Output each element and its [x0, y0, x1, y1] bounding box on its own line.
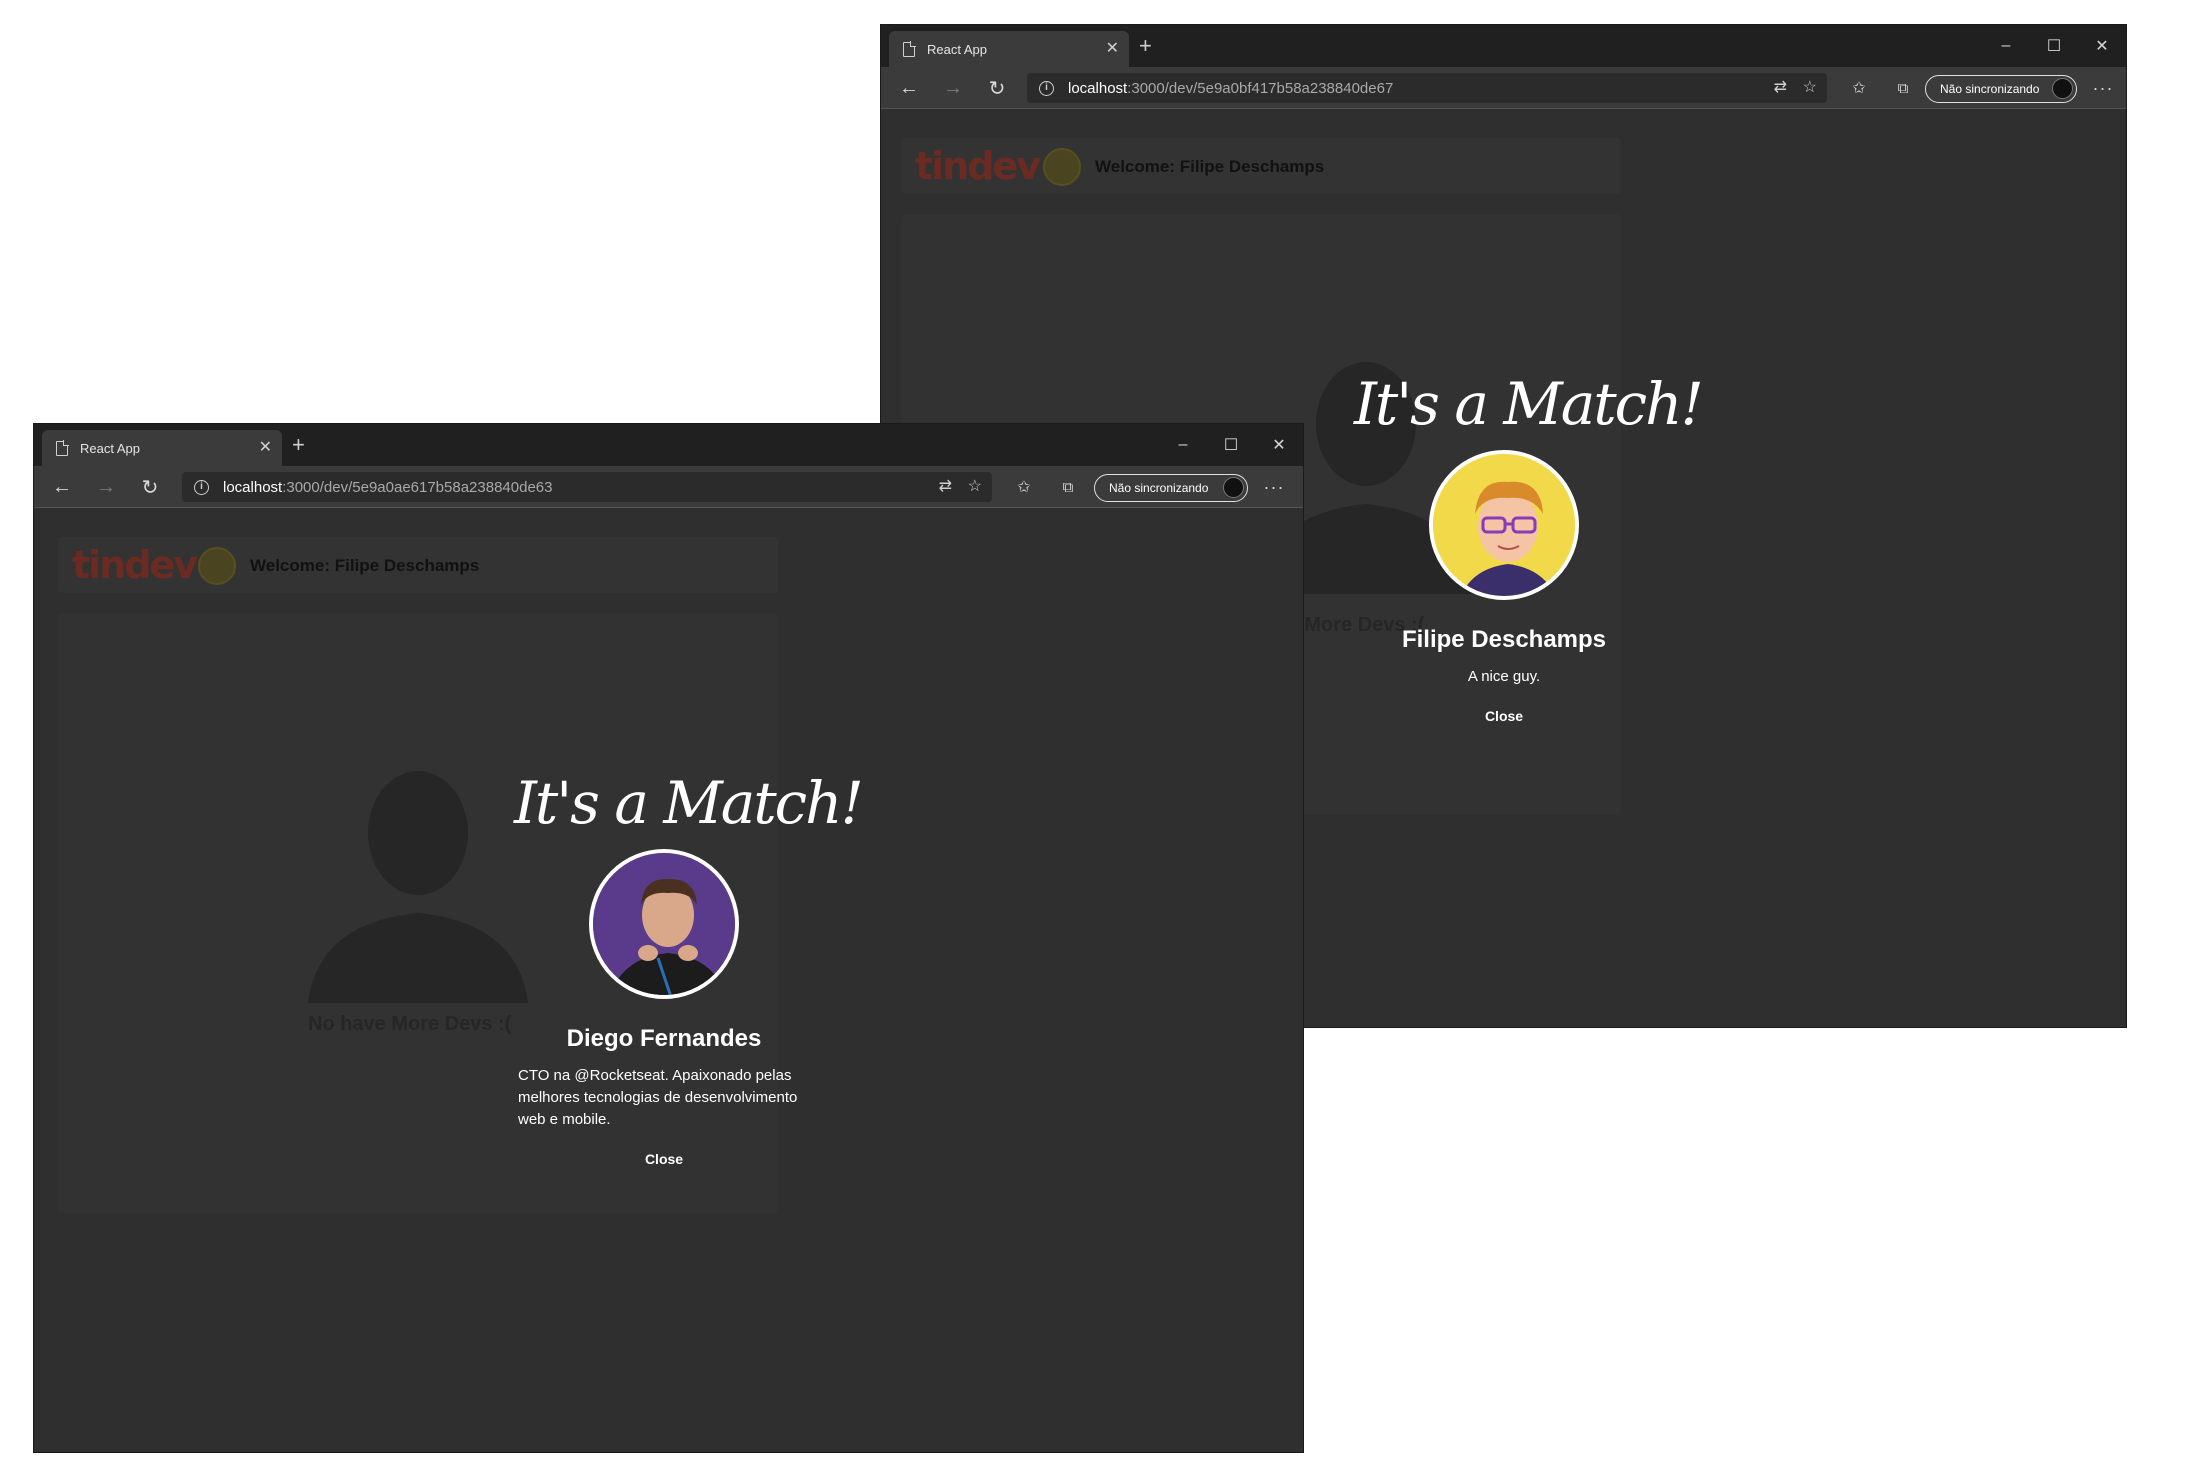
nav-bar: ← → ↻ i localhost :3000/dev/5e9a0ae617b5… [34, 466, 1303, 508]
nav-bar: ← → ↻ i localhost :3000/dev/5e9a0bf417b5… [881, 67, 2126, 109]
browser-tab[interactable]: React App ✕ [42, 430, 282, 466]
more-icon[interactable]: ··· [1256, 466, 1292, 508]
cartoon-avatar-icon [1433, 454, 1575, 596]
url-path: :3000/dev/5e9a0ae617b58a238840de63 [282, 478, 553, 496]
refresh-button[interactable]: ↻ [132, 466, 168, 508]
collections-icon[interactable]: ⧉ [1885, 67, 1921, 109]
favorites-list-icon[interactable]: ✩ [1841, 67, 1877, 109]
match-name: Diego Fernandes [566, 1025, 762, 1052]
screenshot-stage: React App ✕ + – ☐ ✕ ← → ↻ i localhost :3… [0, 0, 2185, 1469]
profile-avatar [1223, 477, 1244, 498]
close-tab-icon[interactable]: ✕ [1106, 38, 1119, 58]
tab-title: React App [80, 440, 140, 456]
translate-icon[interactable]: ⇄ [1774, 77, 1787, 97]
tab-title: React App [927, 41, 987, 57]
maximize-button[interactable]: ☐ [1207, 424, 1255, 466]
new-tab-button[interactable]: + [1139, 33, 1152, 59]
welcome-text: Welcome: Filipe Deschamps [250, 556, 480, 575]
collections-icon[interactable]: ⧉ [1050, 466, 1086, 508]
app-header: tindev Welcome: Filipe Deschamps [58, 537, 778, 593]
app-header: tindev Welcome: Filipe Deschamps [901, 138, 1621, 194]
close-window-button[interactable]: ✕ [2078, 25, 2126, 67]
address-bar[interactable]: i localhost :3000/dev/5e9a0bf417b58a2388… [1027, 73, 1827, 103]
match-bio: A nice guy. [1467, 668, 1541, 685]
person-photo-icon [593, 853, 735, 995]
back-button[interactable]: ← [891, 67, 927, 109]
browser-tab[interactable]: React App ✕ [889, 31, 1129, 67]
match-name: Filipe Deschamps [1401, 626, 1607, 653]
minimize-button[interactable]: – [1982, 25, 2030, 67]
forward-button[interactable]: → [935, 67, 971, 109]
close-tab-icon[interactable]: ✕ [259, 437, 272, 457]
info-icon[interactable]: i [194, 479, 209, 495]
star-icon[interactable]: ☆ [968, 476, 982, 496]
tindev-logo: tindev [915, 144, 1041, 188]
sync-profile-button[interactable]: Não sincronizando [1925, 75, 2077, 103]
url-host: localhost [223, 478, 283, 496]
url-host: localhost [1068, 79, 1128, 97]
page-content: tindev Welcome: Filipe Deschamps No have… [34, 509, 1303, 1452]
empty-user-silhouette-icon [308, 771, 528, 1003]
back-button[interactable]: ← [44, 466, 80, 508]
no-more-devs-text: No have More Devs :( [308, 1013, 512, 1035]
browser-window-front: React App ✕ + – ☐ ✕ ← → ↻ i localhost :3… [34, 424, 1303, 1452]
close-match-button[interactable]: Close [1485, 708, 1523, 724]
page-icon [903, 40, 916, 57]
profile-avatar [2052, 78, 2073, 99]
more-icon[interactable]: ··· [2085, 67, 2121, 109]
translate-icon[interactable]: ⇄ [939, 476, 952, 496]
new-tab-button[interactable]: + [292, 432, 305, 458]
match-bio: CTO na @Rocketseat. Apaixonado pelas mel… [518, 1067, 798, 1128]
star-icon[interactable]: ☆ [1803, 77, 1817, 97]
url-path: :3000/dev/5e9a0bf417b58a238840de67 [1127, 79, 1394, 97]
address-bar[interactable]: i localhost :3000/dev/5e9a0ae617b58a2388… [182, 472, 992, 502]
match-title: It's a Match! [514, 769, 864, 837]
close-match-button[interactable]: Close [645, 1151, 683, 1167]
minimize-button[interactable]: – [1159, 424, 1207, 466]
match-avatar [589, 849, 739, 999]
forward-button[interactable]: → [88, 466, 124, 508]
title-bar: React App ✕ + – ☐ ✕ [34, 424, 1303, 466]
maximize-button[interactable]: ☐ [2030, 25, 2078, 67]
user-avatar [1043, 148, 1081, 186]
sync-profile-button[interactable]: Não sincronizando [1094, 474, 1248, 502]
match-avatar [1429, 450, 1579, 600]
match-overlay: It's a Match! Diego Fernandes CTO na @Ro… [514, 769, 864, 1169]
page-icon [56, 439, 69, 456]
user-avatar [198, 547, 236, 585]
close-window-button[interactable]: ✕ [1255, 424, 1303, 466]
title-bar: React App ✕ + – ☐ ✕ [881, 25, 2126, 67]
tindev-logo: tindev [72, 543, 198, 587]
match-overlay: It's a Match! Filipe Deschamps A nice gu [1354, 370, 1704, 726]
sync-label: Não sincronizando [1940, 82, 2040, 96]
sync-label: Não sincronizando [1109, 481, 1209, 495]
refresh-button[interactable]: ↻ [979, 67, 1015, 109]
favorites-list-icon[interactable]: ✩ [1006, 466, 1042, 508]
info-icon[interactable]: i [1039, 80, 1054, 96]
welcome-text: Welcome: Filipe Deschamps [1095, 157, 1325, 176]
match-title: It's a Match! [1354, 370, 1704, 438]
